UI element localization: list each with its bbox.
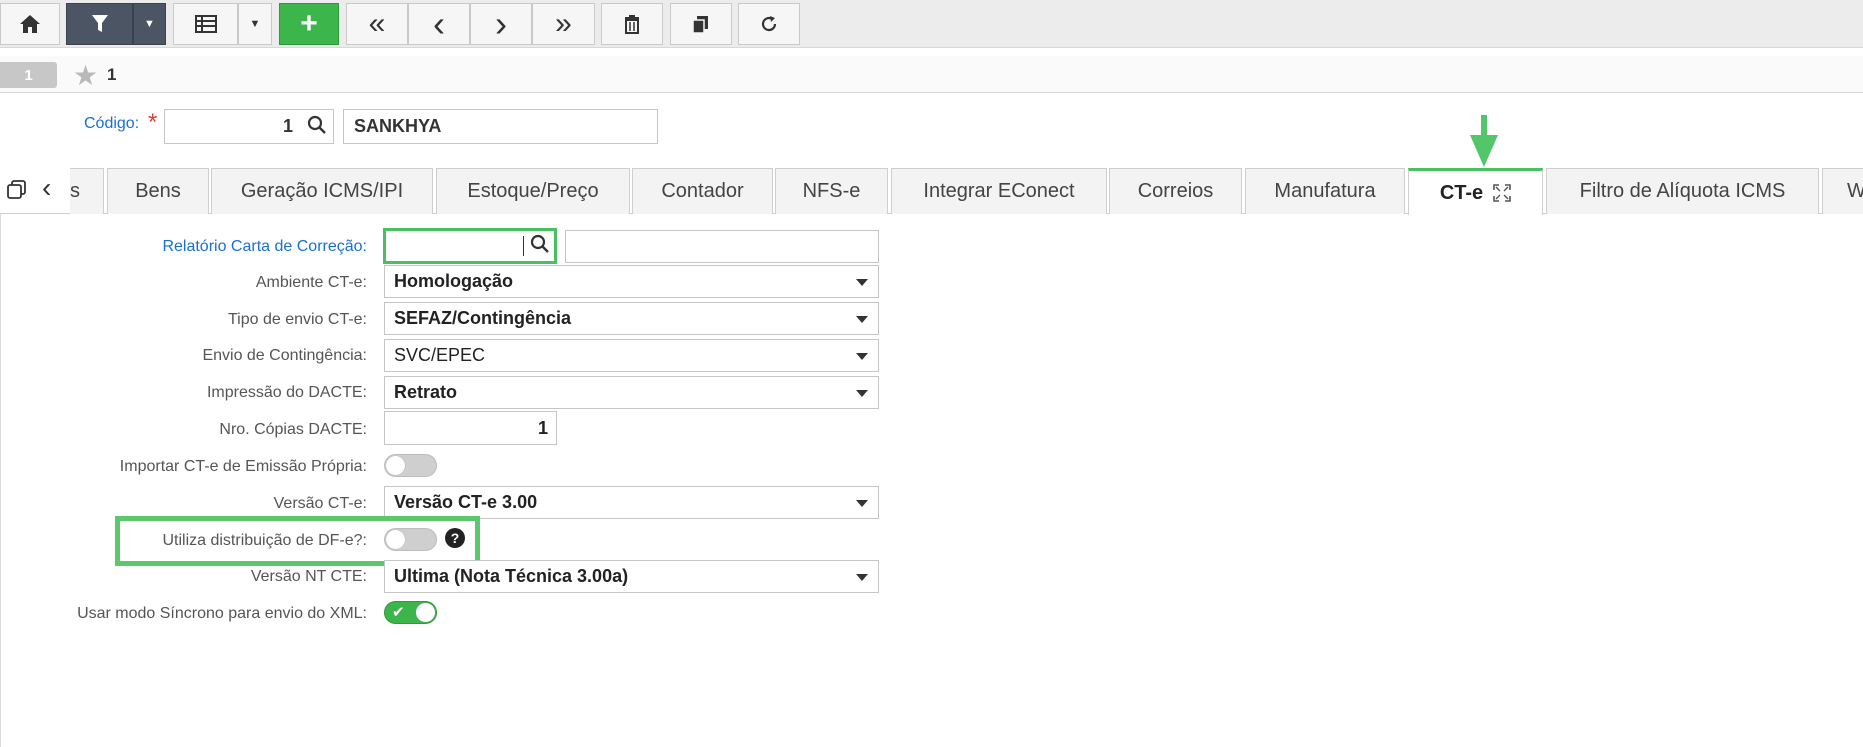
versao-nt-select[interactable]: Ultima (Nota Técnica 3.00a) [384, 560, 879, 593]
chevron-down-icon [856, 500, 868, 507]
chevron-down-icon: ▼ [144, 18, 155, 30]
favorites-count: 1 [107, 65, 117, 84]
previous-record-button[interactable]: ‹ [408, 3, 470, 45]
check-icon: ✔ [392, 604, 405, 621]
copy-button[interactable] [670, 3, 732, 45]
tipo-envio-label: Tipo de envio CT-e: [227, 311, 367, 328]
home-button[interactable] [0, 3, 60, 45]
impressao-label: Impressão do DACTE: [206, 384, 367, 401]
view-dropdown-button[interactable]: ▼ [238, 3, 272, 45]
trash-icon [625, 15, 639, 34]
grid-view-icon [194, 15, 217, 33]
filter-icon [91, 15, 108, 32]
add-button[interactable]: + [279, 3, 339, 45]
envio-contingencia-value: SVC/EPEC [394, 345, 486, 365]
last-record-button[interactable]: » [532, 3, 595, 45]
chevron-down-icon: ▼ [249, 18, 261, 30]
tab-estoque-preco[interactable]: Estoque/Preço [436, 168, 630, 214]
copias-input[interactable]: 1 [384, 411, 557, 445]
tab-integrar-econect[interactable]: Integrar EConect [891, 168, 1107, 214]
filter-dropdown-button[interactable]: ▼ [133, 3, 166, 45]
chevron-right-icon: › [495, 3, 507, 44]
versao-nt-label: Versão NT CTE: [250, 568, 367, 585]
copias-label: Nro. Cópias DACTE: [219, 421, 367, 438]
chevron-left-icon: ‹ [433, 3, 445, 44]
tab-partial[interactable]: s [70, 168, 104, 214]
help-icon[interactable]: ? [445, 528, 465, 548]
double-chevron-right-icon: » [555, 7, 572, 40]
copy-icon [692, 16, 708, 34]
required-asterisk: * [148, 109, 158, 136]
codigo-label: Código: [84, 115, 140, 132]
versao-nt-value: Ultima (Nota Técnica 3.00a) [394, 566, 629, 586]
chevron-down-icon [856, 316, 868, 323]
toggle-knob [386, 530, 405, 549]
tipo-envio-select[interactable]: SEFAZ/Contingência [384, 302, 879, 335]
tab-partial-right[interactable]: W [1822, 168, 1863, 214]
star-icon[interactable]: ★ [73, 59, 98, 92]
expand-icon[interactable] [1493, 184, 1511, 202]
tipo-envio-value: SEFAZ/Contingência [394, 308, 572, 328]
versao-select[interactable]: Versão CT-e 3.00 [384, 486, 879, 519]
impressao-select[interactable]: Retrato [384, 376, 879, 409]
tab-geracao-icms-ipi[interactable]: Geração ICMS/IPI [211, 168, 433, 214]
tab-bens[interactable]: Bens [107, 168, 209, 214]
next-record-button[interactable]: › [470, 3, 532, 45]
envio-contingencia-label: Envio de Contingência: [202, 347, 367, 364]
sincrono-toggle[interactable]: ✔ [384, 601, 437, 624]
chevron-down-icon [856, 390, 868, 397]
dfe-toggle[interactable] [384, 528, 437, 551]
text-cursor [523, 236, 524, 256]
tab-bar: s Bens Geração ICMS/IPI Estoque/Preço Co… [0, 168, 1863, 215]
refresh-icon [761, 16, 777, 32]
content-left-border [0, 214, 1, 747]
double-chevron-left-icon: « [368, 7, 386, 40]
relatorio-description-field [565, 230, 879, 263]
annotation-arrow-icon [1470, 135, 1498, 167]
toolbar: ▼ ▼ + « ‹ › » [0, 0, 1863, 48]
ambiente-select[interactable]: Homologação [384, 265, 879, 298]
record-bar: 1 ★ 1 [0, 56, 1863, 93]
tab-correios[interactable]: Correios [1109, 168, 1242, 214]
tab-nfs-e[interactable]: NFS-e [775, 168, 888, 214]
impressao-value: Retrato [394, 382, 458, 402]
importar-toggle[interactable] [384, 454, 437, 477]
tab-contador[interactable]: Contador [632, 168, 773, 214]
tab-ct-e-label: CT-e [1439, 181, 1484, 204]
versao-label: Versão CT-e: [273, 495, 367, 512]
filter-button[interactable] [66, 3, 133, 45]
relatorio-label[interactable]: Relatório Carta de Correção: [162, 238, 367, 256]
envio-contingencia-select[interactable]: SVC/EPEC [384, 339, 879, 372]
tab-ct-e[interactable]: CT-e [1408, 168, 1543, 215]
refresh-button[interactable] [738, 3, 800, 45]
annotation-arrow-shaft [1481, 115, 1487, 137]
delete-button[interactable] [601, 3, 663, 45]
ambiente-value: Homologação [394, 271, 514, 291]
tab-manufatura[interactable]: Manufatura [1245, 168, 1405, 214]
search-icon[interactable] [307, 115, 327, 135]
tab-filtro-aliquota-icms[interactable]: Filtro de Alíquota ICMS [1546, 168, 1819, 214]
sincrono-label: Usar modo Síncrono para envio do XML: [77, 605, 367, 622]
chevron-down-icon [856, 353, 868, 360]
ambiente-label: Ambiente CT-e: [255, 274, 367, 291]
chevron-down-icon [856, 279, 868, 286]
record-number-badge[interactable]: 1 [0, 62, 57, 88]
dfe-label: Utiliza distribuição de DF-e?: [162, 532, 367, 549]
grid-view-button[interactable] [173, 3, 238, 45]
codigo-name-field: SANKHYA [343, 109, 658, 144]
toggle-knob [386, 456, 405, 475]
versao-value: Versão CT-e 3.00 [394, 492, 538, 512]
importar-label: Importar CT-e de Emissão Própria: [119, 458, 367, 475]
first-record-button[interactable]: « [346, 3, 408, 45]
toggle-knob [416, 603, 435, 622]
home-icon [20, 15, 40, 33]
search-icon[interactable] [530, 234, 550, 254]
plus-icon: + [300, 7, 318, 40]
chevron-down-icon [856, 574, 868, 581]
